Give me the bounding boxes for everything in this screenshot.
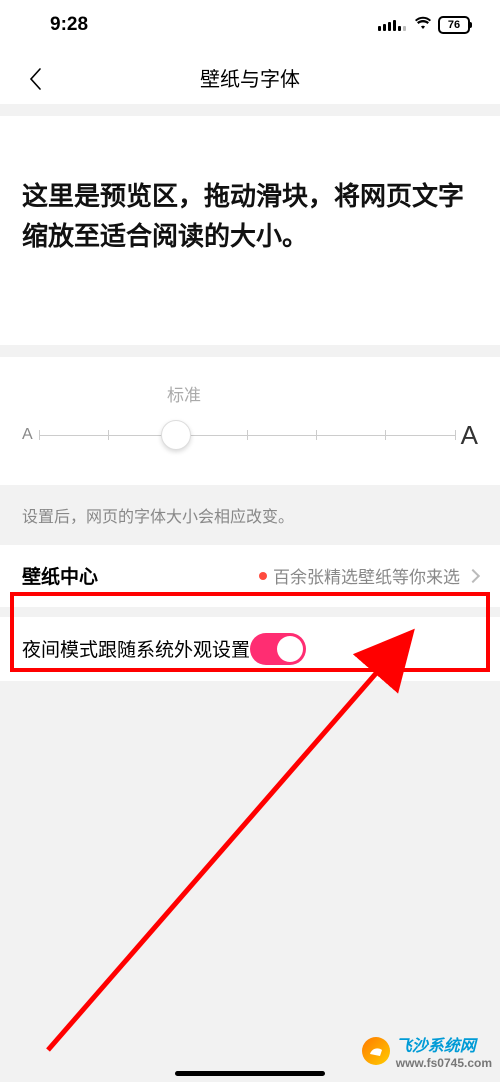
slider-tick xyxy=(39,430,40,440)
status-time: 9:28 xyxy=(50,14,88,36)
home-indicator xyxy=(175,1071,325,1076)
toggle-knob-icon xyxy=(277,636,303,662)
wallpaper-promo-text: 百余张精选壁纸等你来选 xyxy=(273,563,460,588)
slider-tick xyxy=(108,430,109,440)
section-gap xyxy=(0,607,500,617)
slider-tick xyxy=(455,430,456,440)
font-size-slider-section: 标准 A A xyxy=(0,357,500,485)
section-gap xyxy=(0,104,500,116)
section-gap xyxy=(0,345,500,357)
night-mode-label: 夜间模式跟随系统外观设置 xyxy=(22,635,250,662)
watermark: 飞沙系统网 www.fs0745.com xyxy=(362,1032,492,1070)
signal-icon xyxy=(378,20,406,31)
slider-max-icon: A xyxy=(461,420,478,451)
promo-dot-icon xyxy=(259,572,267,580)
slider-tick xyxy=(385,430,386,440)
status-right: 76 xyxy=(378,15,470,35)
page-title: 壁纸与字体 xyxy=(0,63,500,92)
night-mode-toggle[interactable] xyxy=(250,633,306,665)
slider-thumb[interactable] xyxy=(161,420,191,450)
wallpaper-center-row[interactable]: 壁纸中心 百余张精选壁纸等你来选 xyxy=(0,545,500,607)
watermark-logo-icon xyxy=(362,1037,390,1065)
font-preview-area: 这里是预览区，拖动滑块，将网页文字缩放至适合阅读的大小。 xyxy=(0,116,500,345)
wallpaper-promo: 百余张精选壁纸等你来选 xyxy=(259,563,460,588)
battery-icon: 76 xyxy=(438,16,470,34)
font-size-slider[interactable] xyxy=(39,423,455,447)
nav-bar: 壁纸与字体 xyxy=(0,50,500,104)
status-bar: 9:28 76 xyxy=(0,0,500,50)
watermark-name: 飞沙系统网 xyxy=(396,1038,476,1055)
back-button[interactable] xyxy=(20,64,50,94)
slider-tick xyxy=(316,430,317,440)
slider-tick xyxy=(247,430,248,440)
chevron-right-icon xyxy=(466,569,480,583)
wallpaper-center-title: 壁纸中心 xyxy=(22,562,98,589)
night-mode-follow-system-row: 夜间模式跟随系统外观设置 xyxy=(0,617,500,681)
font-size-hint: 设置后，网页的字体大小会相应改变。 xyxy=(0,485,500,545)
watermark-url: www.fs0745.com xyxy=(396,1056,492,1070)
wifi-icon xyxy=(414,15,432,35)
slider-min-icon: A xyxy=(22,426,33,444)
battery-level: 76 xyxy=(448,19,460,31)
slider-standard-label: 标准 xyxy=(0,381,412,406)
